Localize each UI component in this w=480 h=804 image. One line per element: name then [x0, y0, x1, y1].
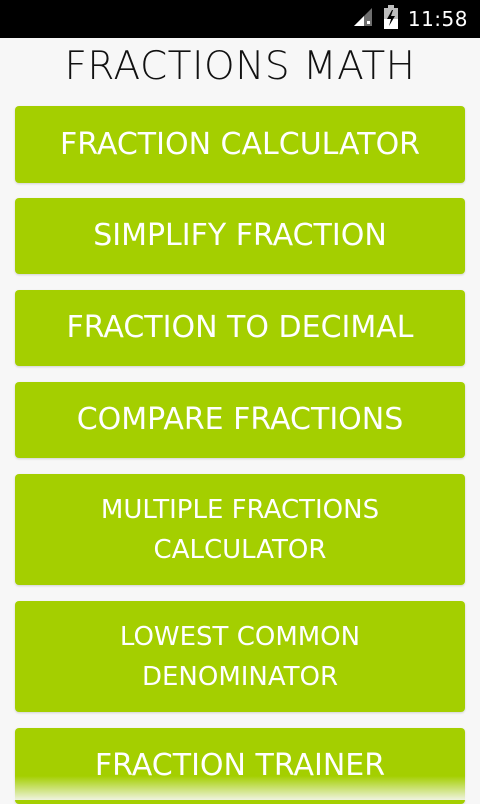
compare-fractions-button[interactable]: COMPARE FRACTIONS	[15, 382, 465, 458]
signal-icon	[352, 6, 374, 32]
fraction-trainer-label: FRACTION TRAINER	[94, 748, 386, 783]
status-time: 11:58	[407, 7, 468, 31]
multiple-fractions-calculator-button[interactable]: MULTIPLE FRACTIONS CALCULATOR	[15, 474, 465, 585]
app-title: FRACTIONS MATH	[64, 44, 416, 89]
simplify-fraction-button[interactable]: SIMPLIFY FRACTION	[15, 198, 465, 274]
compare-fractions-label: COMPARE FRACTIONS	[76, 402, 404, 437]
fraction-trainer-button[interactable]: FRACTION TRAINER	[15, 728, 465, 804]
multiple-fractions-calculator-label: MULTIPLE FRACTIONS CALCULATOR	[100, 494, 380, 565]
fraction-calculator-button[interactable]: FRACTION CALCULATOR	[15, 106, 465, 183]
status-bar: 11:58	[0, 0, 480, 38]
fraction-to-decimal-label: FRACTION TO DECIMAL	[66, 310, 414, 345]
lowest-common-denominator-label: LOWEST COMMON DENOMINATOR	[119, 621, 361, 692]
fraction-to-decimal-button[interactable]: FRACTION TO DECIMAL	[15, 290, 465, 366]
simplify-fraction-label: SIMPLIFY FRACTION	[93, 218, 387, 253]
fraction-calculator-label: FRACTION CALCULATOR	[59, 126, 421, 162]
lowest-common-denominator-button[interactable]: LOWEST COMMON DENOMINATOR	[15, 601, 465, 712]
battery-charging-icon	[383, 5, 398, 33]
